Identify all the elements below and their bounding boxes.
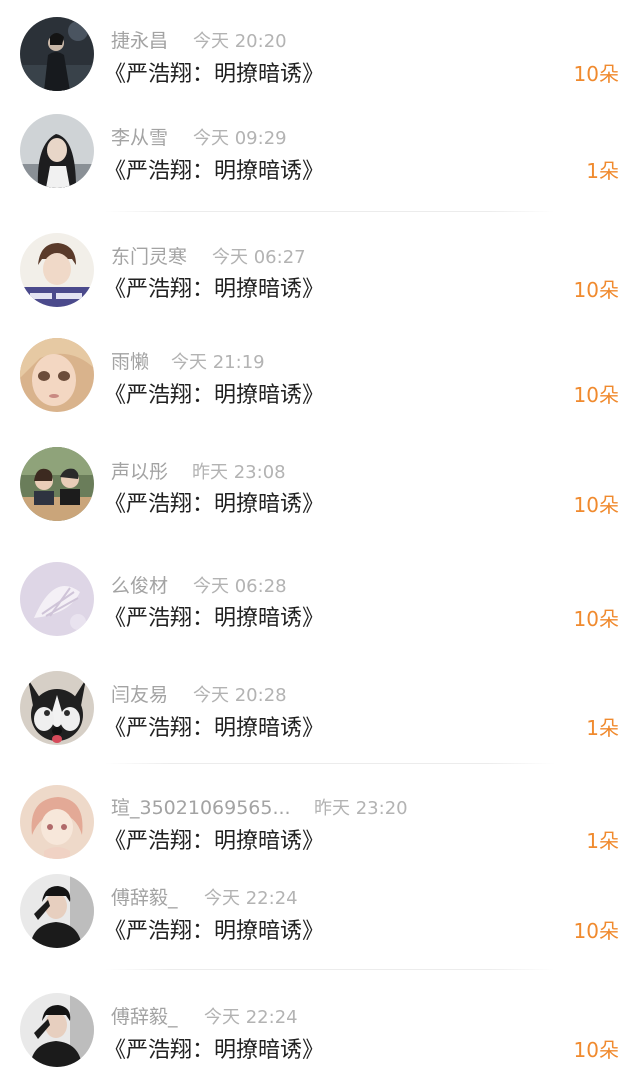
- flower-count: 10朵: [573, 1038, 619, 1062]
- avatar[interactable]: [20, 562, 94, 636]
- man-dark-jacket-avatar: [20, 874, 94, 948]
- man-dark-jacket-avatar: [20, 993, 94, 1067]
- list-item[interactable]: 李从雪 今天 09:29 《严浩翔：明撩暗诱》 1朵: [0, 96, 640, 206]
- divider: [105, 969, 555, 970]
- book-title[interactable]: 《严浩翔：明撩暗诱》: [104, 56, 324, 88]
- list-item[interactable]: 东门灵寒 今天 06:27 《严浩翔：明撩暗诱》 10朵: [0, 216, 640, 326]
- avatar[interactable]: [20, 874, 94, 948]
- book-title[interactable]: 《严浩翔：明撩暗诱》: [104, 1032, 324, 1064]
- timestamp: 今天 21:19: [171, 352, 265, 373]
- flower-count: 10朵: [573, 383, 619, 407]
- young-man-selfie-avatar: [20, 233, 94, 307]
- flower-count: 1朵: [586, 716, 619, 740]
- book-title[interactable]: 《严浩翔：明撩暗诱》: [104, 913, 324, 945]
- flower-count: 1朵: [586, 159, 619, 183]
- list-item[interactable]: 雨懒 今天 21:19 《严浩翔：明撩暗诱》 10朵: [0, 322, 640, 432]
- seashell-avatar: [20, 562, 94, 636]
- husky-dog-avatar: [20, 671, 94, 745]
- book-title[interactable]: 《严浩翔：明撩暗诱》: [104, 710, 324, 742]
- flower-count: 10朵: [573, 919, 619, 943]
- list-item[interactable]: 闫友易 今天 20:28 《严浩翔：明撩暗诱》 1朵: [0, 655, 640, 765]
- user-name[interactable]: 傅辞毅_: [111, 1002, 178, 1029]
- list-item[interactable]: 傅辞毅_ 今天 22:24 《严浩翔：明撩暗诱》 10朵: [0, 858, 640, 968]
- couple-photo-avatar: [20, 447, 94, 521]
- list-item[interactable]: 捷永昌 今天 20:20 《严浩翔：明撩暗诱》 10朵: [0, 0, 640, 110]
- girl-long-hair-avatar: [20, 114, 94, 188]
- user-name[interactable]: 瑄_35021069565...: [111, 793, 291, 820]
- timestamp: 今天 06:28: [193, 576, 287, 597]
- avatar[interactable]: [20, 338, 94, 412]
- divider: [105, 763, 555, 764]
- anime-girl-avatar: [20, 785, 94, 859]
- book-title[interactable]: 《严浩翔：明撩暗诱》: [104, 823, 324, 855]
- timestamp: 今天 20:28: [193, 685, 287, 706]
- book-title[interactable]: 《严浩翔：明撩暗诱》: [104, 153, 324, 185]
- timestamp: 今天 06:27: [212, 247, 306, 268]
- book-title[interactable]: 《严浩翔：明撩暗诱》: [104, 377, 324, 409]
- user-name[interactable]: 声以彤: [111, 457, 168, 484]
- timestamp: 今天 20:20: [193, 31, 287, 52]
- divider: [105, 211, 555, 212]
- avatar[interactable]: [20, 671, 94, 745]
- user-name[interactable]: 闫友易: [111, 680, 168, 707]
- flower-count: 10朵: [573, 607, 619, 631]
- timestamp: 昨天 23:20: [314, 798, 408, 819]
- user-name[interactable]: 捷永昌: [111, 26, 168, 53]
- doll-face-avatar: [20, 338, 94, 412]
- avatar[interactable]: [20, 993, 94, 1067]
- user-name[interactable]: 傅辞毅_: [111, 883, 178, 910]
- book-title[interactable]: 《严浩翔：明撩暗诱》: [104, 486, 324, 518]
- avatar[interactable]: [20, 785, 94, 859]
- user-name[interactable]: 李从雪: [111, 123, 168, 150]
- avatar[interactable]: [20, 233, 94, 307]
- timestamp: 今天 22:24: [204, 1007, 298, 1028]
- flower-count: 10朵: [573, 62, 619, 86]
- gift-list: 捷永昌 今天 20:20 《严浩翔：明撩暗诱》 10朵 李从雪 今天 09:29…: [0, 0, 640, 1080]
- list-item[interactable]: 傅辞毅_ 今天 22:24 《严浩翔：明撩暗诱》 10朵: [0, 978, 640, 1088]
- flower-count: 10朵: [573, 493, 619, 517]
- avatar[interactable]: [20, 17, 94, 91]
- book-title[interactable]: 《严浩翔：明撩暗诱》: [104, 600, 324, 632]
- user-name[interactable]: 东门灵寒: [111, 242, 187, 269]
- flower-count: 10朵: [573, 278, 619, 302]
- flower-count: 1朵: [586, 829, 619, 853]
- list-item[interactable]: 声以彤 昨天 23:08 《严浩翔：明撩暗诱》 10朵: [0, 432, 640, 542]
- user-name[interactable]: 么俊材: [111, 571, 168, 598]
- avatar[interactable]: [20, 447, 94, 521]
- timestamp: 今天 22:24: [204, 888, 298, 909]
- dark-night-figure-avatar: [20, 17, 94, 91]
- timestamp: 昨天 23:08: [192, 462, 286, 483]
- user-name[interactable]: 雨懒: [111, 347, 149, 374]
- timestamp: 今天 09:29: [193, 128, 287, 149]
- book-title[interactable]: 《严浩翔：明撩暗诱》: [104, 271, 324, 303]
- list-item[interactable]: 么俊材 今天 06:28 《严浩翔：明撩暗诱》 10朵: [0, 546, 640, 656]
- avatar[interactable]: [20, 114, 94, 188]
